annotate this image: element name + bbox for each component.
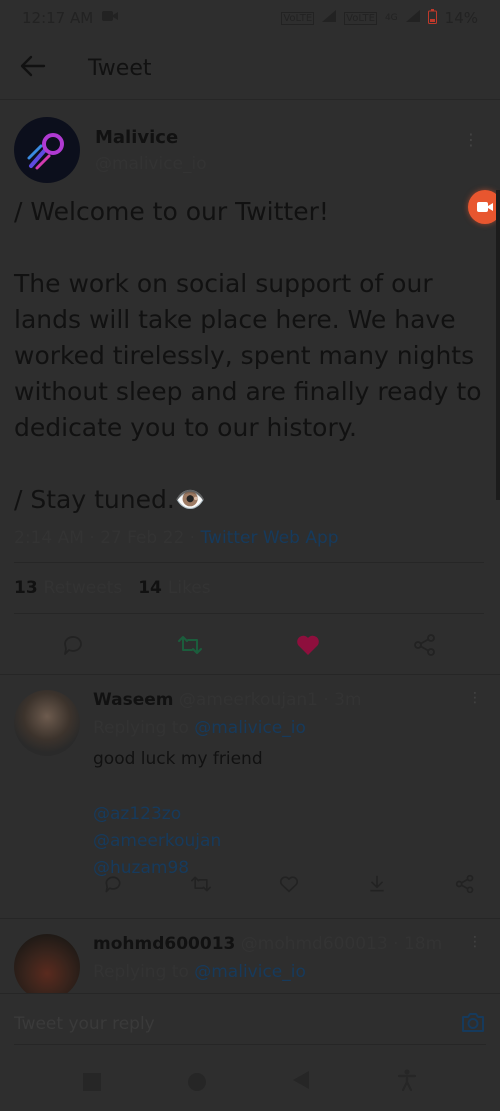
- recents-button[interactable]: [83, 1073, 102, 1091]
- reply-author-handle[interactable]: @mohmd600013: [241, 934, 388, 954]
- reply-icon[interactable]: [53, 625, 93, 665]
- reply-input[interactable]: [14, 1013, 460, 1034]
- page-title: Tweet: [88, 56, 152, 81]
- battery-level: 14%: [444, 9, 478, 27]
- main-tweet: Malivice @malivice_io ⋮ / Welcome to our…: [14, 108, 484, 558]
- more-options-icon[interactable]: ⋮: [468, 690, 482, 706]
- tweet-time: 2:14 AM · 27 Feb 22 ·: [14, 528, 201, 548]
- avatar[interactable]: [14, 934, 80, 993]
- more-options-icon[interactable]: ⋮: [468, 934, 482, 950]
- download-icon[interactable]: [357, 864, 397, 904]
- signal-icon: [322, 10, 337, 26]
- share-icon[interactable]: [445, 864, 485, 904]
- reply-author-name[interactable]: mohmd600013: [93, 934, 235, 954]
- signal-icon: [405, 10, 420, 26]
- system-nav-bar: [0, 1053, 500, 1111]
- scrollbar[interactable]: [496, 190, 500, 500]
- battery-icon: [427, 8, 437, 28]
- avatar[interactable]: [14, 117, 80, 183]
- replying-to-link[interactable]: @malivice_io: [194, 718, 306, 738]
- back-arrow-icon[interactable]: [20, 54, 60, 84]
- like-icon[interactable]: [269, 864, 309, 904]
- retweets-label: Retweets: [43, 578, 123, 598]
- record-camera-icon: [476, 198, 494, 217]
- reply-actions: [93, 866, 485, 902]
- author-handle[interactable]: @malivice_io: [95, 154, 207, 174]
- status-bar: 12:17 AM VoLTE VoLTE 4G 14%: [0, 0, 500, 36]
- replying-to-link[interactable]: @malivice_io: [194, 962, 306, 982]
- network-type: 4G: [384, 13, 398, 23]
- likes-count: 14: [138, 578, 162, 598]
- retweet-icon[interactable]: [181, 864, 221, 904]
- likes-label: Likes: [167, 578, 211, 598]
- app-header: Tweet: [0, 38, 500, 100]
- tweet-source-link[interactable]: Twitter Web App: [200, 528, 338, 548]
- retweet-icon[interactable]: [170, 625, 210, 665]
- volte-2: VoLTE: [344, 11, 377, 25]
- video-camera-icon: [101, 9, 119, 27]
- retweets-stat[interactable]: 13 Retweets: [14, 578, 122, 598]
- replying-to-prefix: Replying to: [93, 962, 195, 982]
- tweet-stats: 13 Retweets 14 Likes: [14, 562, 484, 614]
- divider: [14, 1044, 486, 1045]
- more-options-icon[interactable]: ⋮: [463, 130, 480, 149]
- accessibility-icon[interactable]: [397, 1069, 417, 1095]
- back-button[interactable]: [292, 1070, 310, 1094]
- mention-link[interactable]: @az123zo: [93, 801, 483, 828]
- reply-item[interactable]: Waseem @ameerkoujan1 · 3m Replying to @m…: [14, 676, 486, 916]
- reply-icon[interactable]: [93, 864, 133, 904]
- reply-item[interactable]: mohmd600013 @mohmd600013 · 18m Replying …: [14, 920, 486, 993]
- camera-icon[interactable]: [460, 1010, 486, 1038]
- tweet-text: / Welcome to our Twitter! The work on so…: [14, 197, 482, 514]
- like-icon[interactable]: [288, 625, 328, 665]
- avatar[interactable]: [14, 690, 80, 756]
- retweets-count: 13: [14, 578, 38, 598]
- reply-age: · 18m: [387, 934, 443, 954]
- tweet-actions: [14, 616, 484, 674]
- likes-stat[interactable]: 14 Likes: [138, 578, 210, 598]
- replying-to-prefix: Replying to: [93, 718, 195, 738]
- reply-age: · 3m: [317, 690, 362, 710]
- tweet-timestamp: 2:14 AM · 27 Feb 22 · Twitter Web App: [14, 528, 484, 558]
- mention-link[interactable]: @ameerkoujan: [93, 828, 483, 855]
- author-name[interactable]: Malivice: [95, 127, 207, 148]
- reply-composer: [0, 993, 500, 1053]
- divider: [0, 918, 500, 919]
- clock: 12:17 AM: [22, 9, 94, 27]
- share-icon[interactable]: [405, 625, 445, 665]
- volte-1: VoLTE: [281, 11, 315, 25]
- home-button[interactable]: [187, 1073, 206, 1091]
- reply-author-handle[interactable]: @ameerkoujan1: [179, 690, 318, 710]
- divider: [0, 674, 500, 675]
- reply-author-name[interactable]: Waseem: [93, 690, 174, 710]
- reply-text: good luck my friend: [93, 749, 263, 769]
